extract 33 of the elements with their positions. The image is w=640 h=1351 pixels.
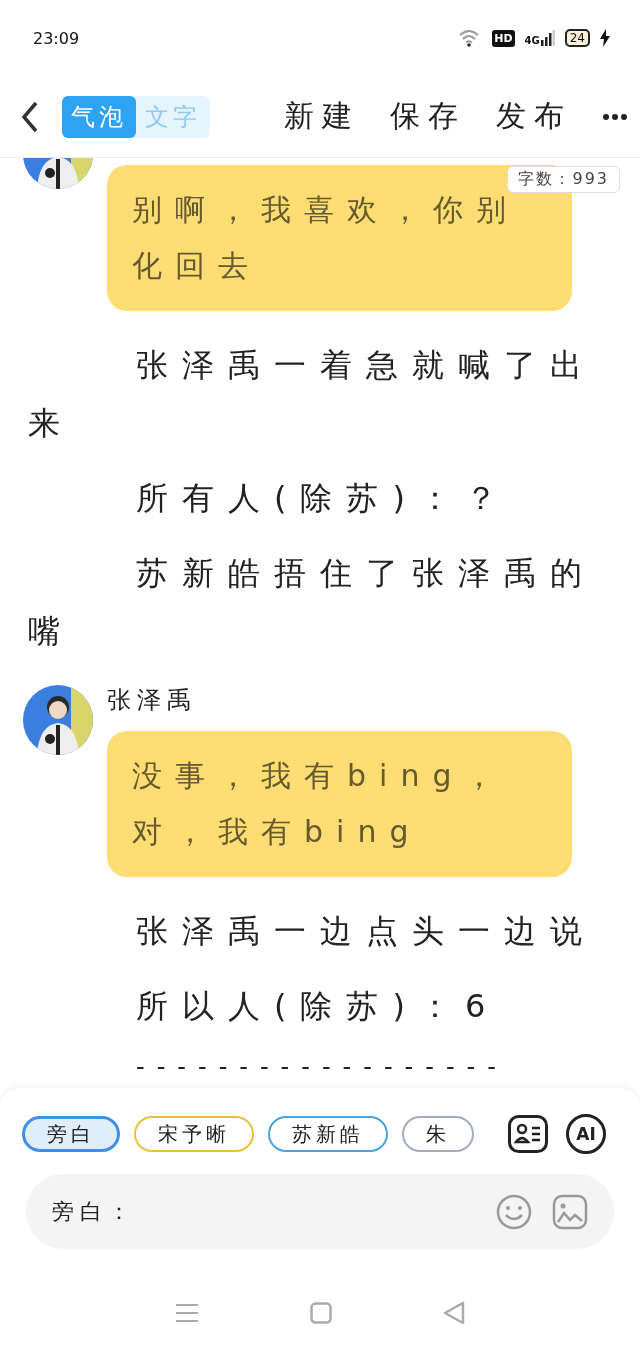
role-chip[interactable]: 苏新皓: [268, 1116, 388, 1152]
role-chip[interactable]: 宋予晰: [134, 1116, 254, 1152]
narration-text: 所有人(除苏)：？: [135, 478, 512, 519]
emoji-icon[interactable]: [496, 1193, 532, 1230]
network-label: 4G: [524, 35, 540, 46]
narration-text: 张泽禹一着急就喊了出来: [28, 345, 597, 444]
message-input[interactable]: 旁白：: [26, 1174, 614, 1249]
narration-text: 苏新皓捂住了张泽禹的嘴: [28, 553, 597, 652]
back-icon[interactable]: [20, 100, 40, 133]
more-icon[interactable]: [602, 112, 628, 121]
ai-button[interactable]: AI: [566, 1114, 606, 1154]
status-time: 23:09: [33, 28, 81, 48]
back-nav-icon[interactable]: [442, 1300, 465, 1325]
word-count: 字数：993: [507, 166, 620, 193]
role-chip[interactable]: 朱: [402, 1116, 474, 1152]
charging-icon: [600, 29, 610, 47]
input-prefix: 旁白：: [52, 1197, 137, 1226]
narration-text: 张泽禹一边点头一边说: [135, 911, 597, 952]
signal-icon: [540, 30, 555, 46]
home-icon[interactable]: [310, 1301, 332, 1324]
role-chip[interactable]: 旁白: [22, 1116, 120, 1152]
menu-icon[interactable]: [175, 1302, 200, 1323]
speaker-name: 张泽禹: [107, 685, 198, 716]
header-action[interactable]: 新建: [284, 96, 360, 137]
dashed-separator-text: ------------------: [135, 1052, 509, 1082]
image-icon[interactable]: [552, 1193, 588, 1230]
battery-icon: 24: [564, 29, 590, 47]
hd-icon: HD: [492, 29, 515, 47]
narration-text: 所以人(除苏)：6: [135, 986, 501, 1027]
header-action[interactable]: 保存: [390, 96, 466, 137]
contact-card-icon[interactable]: [508, 1115, 548, 1153]
header-action[interactable]: 发布: [496, 96, 572, 137]
speech-bubble: 没事，我有bing，对，我有bing: [107, 731, 572, 877]
